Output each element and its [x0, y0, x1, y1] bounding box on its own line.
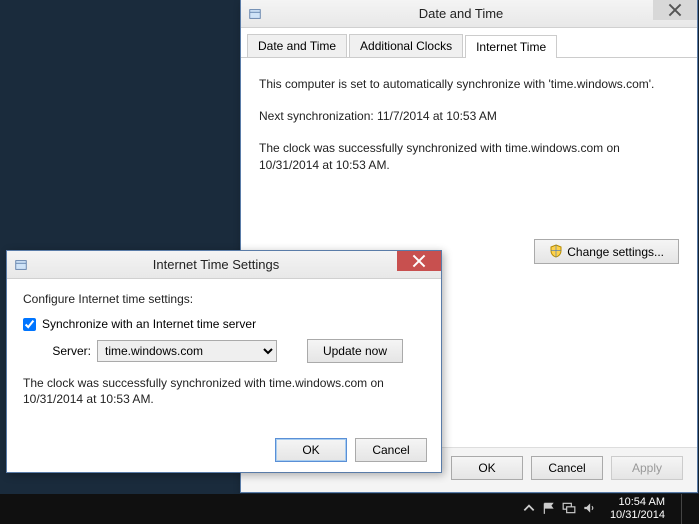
tab-internet-time[interactable]: Internet Time	[465, 35, 557, 58]
titlebar[interactable]: Internet Time Settings	[7, 251, 441, 279]
last-sync-text: The clock was successfully synchronized …	[259, 140, 679, 172]
desktop: Date and Time Date and Time Additional C…	[0, 0, 699, 494]
volume-icon[interactable]	[582, 501, 596, 518]
instruction-text: Configure Internet time settings:	[23, 291, 425, 307]
system-tray: 10:54 AM 10/31/2014	[522, 494, 687, 524]
update-now-button[interactable]: Update now	[307, 339, 403, 363]
taskbar[interactable]: 10:54 AM 10/31/2014	[0, 494, 699, 524]
close-button[interactable]	[397, 251, 441, 271]
sync-info-text: This computer is set to automatically sy…	[259, 76, 679, 92]
network-icon[interactable]	[562, 501, 576, 518]
status-text: The clock was successfully synchronized …	[23, 375, 425, 407]
tab-date-and-time[interactable]: Date and Time	[247, 34, 347, 57]
window-title: Internet Time Settings	[35, 257, 397, 272]
apply-button[interactable]: Apply	[611, 456, 683, 480]
dialog-buttons: OK Cancel	[275, 438, 427, 462]
titlebar[interactable]: Date and Time	[241, 0, 697, 28]
server-label: Server:	[35, 344, 91, 358]
tab-additional-clocks[interactable]: Additional Clocks	[349, 34, 463, 57]
next-sync-text: Next synchronization: 11/7/2014 at 10:53…	[259, 108, 679, 124]
ok-button[interactable]: OK	[451, 456, 523, 480]
synchronize-label[interactable]: Synchronize with an Internet time server	[42, 317, 256, 331]
taskbar-clock[interactable]: 10:54 AM 10/31/2014	[610, 496, 665, 522]
taskbar-time: 10:54 AM	[610, 496, 665, 509]
tray-chevron-icon[interactable]	[522, 501, 536, 518]
change-settings-label: Change settings...	[567, 245, 664, 259]
taskbar-date: 10/31/2014	[610, 509, 665, 522]
window-title: Date and Time	[269, 6, 653, 21]
synchronize-checkbox[interactable]	[23, 318, 36, 331]
change-settings-button[interactable]: Change settings...	[534, 239, 679, 264]
internet-time-settings-window: Internet Time Settings Configure Interne…	[6, 250, 442, 473]
ok-button[interactable]: OK	[275, 438, 347, 462]
window-icon	[247, 6, 263, 22]
window-icon	[13, 257, 29, 273]
server-select[interactable]: time.windows.com	[97, 340, 277, 362]
flag-icon[interactable]	[542, 501, 556, 518]
close-button[interactable]	[653, 0, 697, 20]
show-desktop-button[interactable]	[681, 494, 687, 524]
tab-strip: Date and Time Additional Clocks Internet…	[241, 28, 697, 58]
tab-content: This computer is set to automatically sy…	[241, 58, 697, 199]
shield-icon	[549, 244, 563, 258]
cancel-button[interactable]: Cancel	[355, 438, 427, 462]
cancel-button[interactable]: Cancel	[531, 456, 603, 480]
